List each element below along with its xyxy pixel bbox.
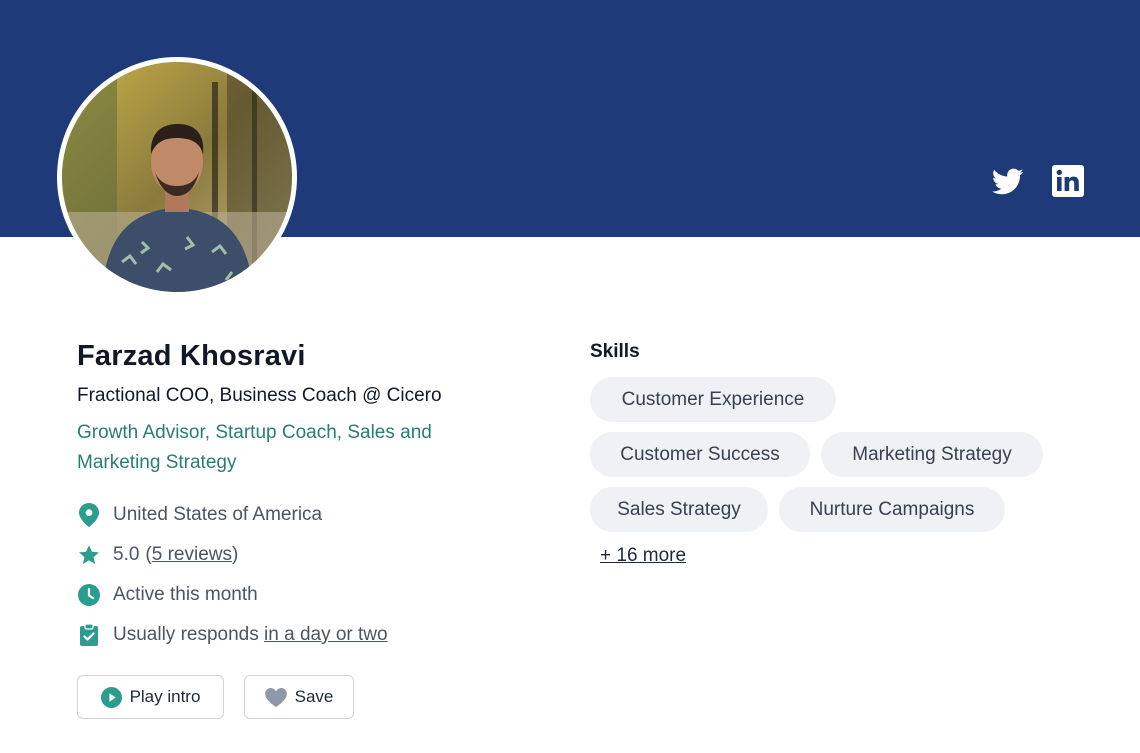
skill-chip[interactable]: Customer Experience bbox=[590, 377, 836, 422]
profile-name: Farzad Khosravi bbox=[77, 340, 306, 372]
profile-avatar bbox=[57, 57, 297, 297]
play-intro-label: Play intro bbox=[129, 687, 201, 706]
skill-chip[interactable]: Nurture Campaigns bbox=[779, 487, 1005, 532]
response-time-link[interactable]: in a day or two bbox=[264, 624, 388, 646]
reviews-link[interactable]: 5 reviews bbox=[152, 544, 232, 566]
reviews-close-paren: ) bbox=[232, 544, 239, 565]
save-label: Save bbox=[294, 687, 334, 706]
skill-chip[interactable]: Sales Strategy bbox=[590, 487, 768, 532]
twitter-link[interactable] bbox=[991, 165, 1025, 199]
play-icon bbox=[100, 686, 122, 708]
rating-row: 5.0 (5 reviews) bbox=[77, 543, 238, 567]
location-row: United States of America bbox=[77, 503, 322, 527]
skill-chip[interactable]: Marketing Strategy bbox=[821, 432, 1043, 477]
twitter-icon bbox=[992, 168, 1024, 195]
skill-chip[interactable]: Customer Success bbox=[590, 432, 810, 477]
response-prefix: Usually responds bbox=[113, 624, 265, 645]
clipboard-check-icon bbox=[77, 623, 101, 647]
save-button[interactable]: Save bbox=[244, 675, 354, 719]
clock-icon bbox=[77, 583, 101, 607]
more-skills-link[interactable]: + 16 more bbox=[600, 545, 686, 567]
star-icon bbox=[77, 543, 101, 567]
response-row: Usually responds in a day or two bbox=[77, 623, 388, 647]
profile-tagline: Growth Advisor, Startup Coach, Sales and… bbox=[77, 422, 432, 473]
play-intro-button[interactable]: Play intro bbox=[77, 675, 224, 719]
activity-text: Active this month bbox=[113, 584, 258, 605]
location-text: United States of America bbox=[113, 504, 323, 525]
linkedin-link[interactable] bbox=[1052, 165, 1084, 197]
linkedin-icon bbox=[1052, 165, 1084, 197]
location-pin-icon bbox=[77, 503, 101, 527]
rating-value: 5.0 bbox=[113, 544, 140, 565]
skills-title: Skills bbox=[590, 341, 640, 362]
activity-row: Active this month bbox=[77, 583, 258, 607]
heart-icon bbox=[264, 687, 287, 707]
profile-headline: Fractional COO, Business Coach @ Cicero bbox=[77, 385, 442, 406]
